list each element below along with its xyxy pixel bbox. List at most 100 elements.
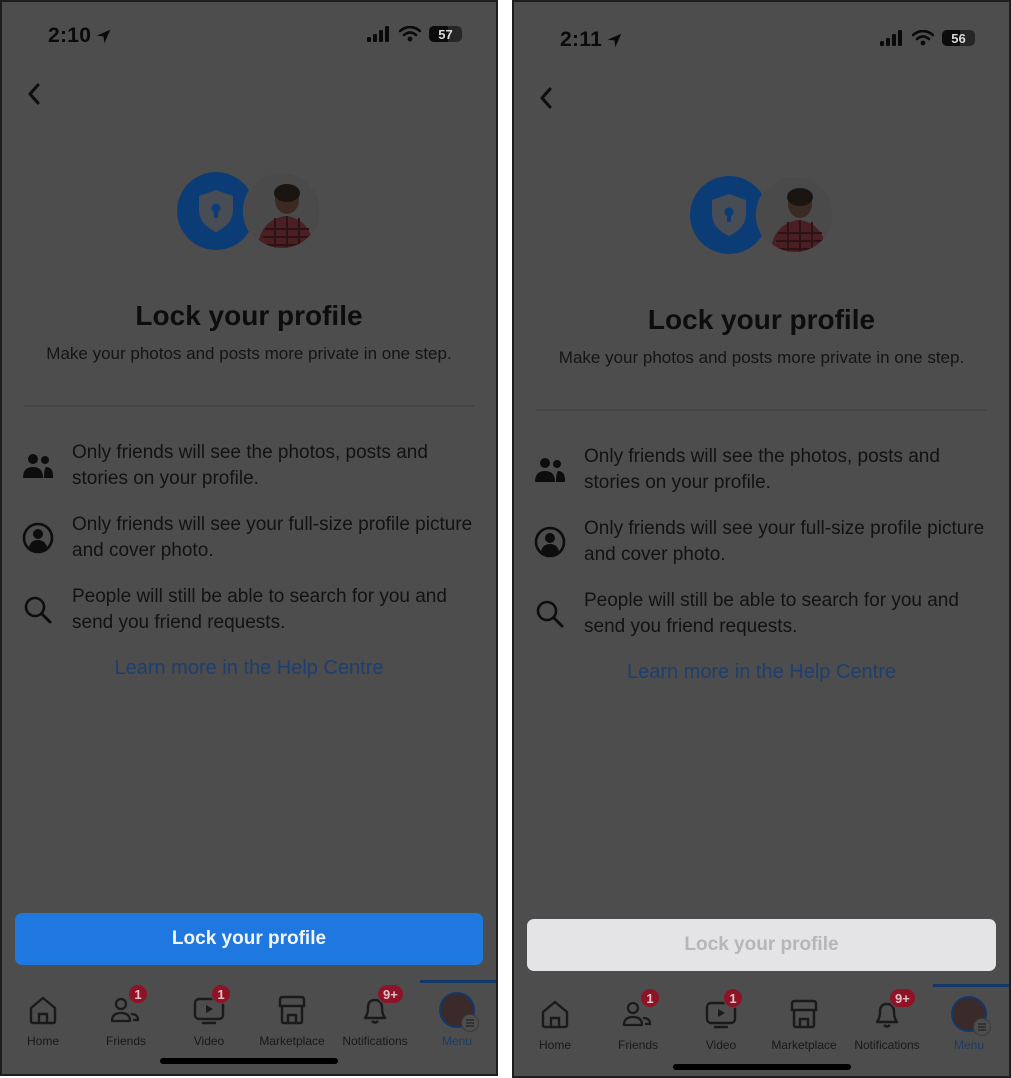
marketplace-icon xyxy=(274,992,310,1028)
status-bar: 2:10 57 xyxy=(2,20,496,50)
cellular-signal-icon xyxy=(880,30,902,46)
tab-notifications[interactable]: 9+ Notifications xyxy=(846,988,928,1052)
friends-icon xyxy=(20,448,56,484)
video-badge: 1 xyxy=(723,988,743,1008)
status-bar: 2:11 56 xyxy=(514,24,1009,54)
battery-icon: 57 xyxy=(429,26,462,42)
screenshot-after: 2:11 56 Lock your profile Make your phot… xyxy=(512,0,1011,1078)
tab-label: Video xyxy=(193,1034,225,1048)
time-text: 2:10 xyxy=(48,24,92,47)
screenshot-before: 2:10 57 Lock your profile Make your phot… xyxy=(0,0,498,1076)
chevron-left-icon xyxy=(28,83,40,105)
tab-menu[interactable]: Menu xyxy=(928,992,1009,1052)
feature-item-profile-picture: Only friends will see your full-size pro… xyxy=(20,512,476,564)
feature-text: Only friends will see your full-size pro… xyxy=(72,514,473,561)
tab-menu[interactable]: Menu xyxy=(416,988,496,1048)
page-subtitle: Make your photos and posts more private … xyxy=(558,348,965,367)
location-arrow-icon xyxy=(607,33,622,47)
hamburger-icon xyxy=(461,1014,479,1032)
home-icon xyxy=(537,996,573,1032)
shield-lock-icon xyxy=(711,194,746,236)
video-icon: 1 xyxy=(191,984,231,1028)
bottom-tab-bar: Home 1 Friends 1 Video Marketplace 9+ No… xyxy=(2,980,496,1050)
home-indicator xyxy=(160,1058,338,1064)
tab-label: Menu xyxy=(441,1034,473,1048)
feature-text: Only friends will see your full-size pro… xyxy=(584,518,985,565)
menu-avatar-icon xyxy=(951,996,991,1036)
tab-video[interactable]: 1 Video xyxy=(168,984,250,1048)
time-text: 2:11 xyxy=(560,28,603,51)
system-icons: 57 xyxy=(367,26,462,42)
menu-avatar xyxy=(439,992,479,1032)
friends-outline-icon: 1 xyxy=(108,984,148,1028)
home-indicator xyxy=(672,1064,851,1070)
tab-label: Home xyxy=(26,1034,59,1048)
profile-avatar xyxy=(755,176,834,254)
person-photo-icon xyxy=(245,174,319,248)
hamburger-icon xyxy=(973,1018,991,1036)
lock-profile-button: Lock your profile xyxy=(527,919,996,971)
divider xyxy=(536,409,987,411)
tab-friends[interactable]: 1 Friends xyxy=(85,984,167,1048)
bottom-tab-bar: Home 1 Friends 1 Video Marketplace 9+ No… xyxy=(514,984,1009,1054)
menu-avatar xyxy=(951,996,991,1036)
tab-label: Notifications xyxy=(854,1038,920,1052)
video-badge: 1 xyxy=(211,984,231,1004)
screen: 2:11 56 Lock your profile Make your phot… xyxy=(514,6,1009,1076)
help-centre-link[interactable]: Learn more in the Help Centre xyxy=(514,661,1009,684)
feature-text: Only friends will see the photos, posts … xyxy=(584,446,940,493)
friends-icon xyxy=(532,452,568,488)
tab-home[interactable]: Home xyxy=(2,988,84,1048)
notifications-badge: 9+ xyxy=(889,988,916,1008)
profile-avatar xyxy=(243,172,321,250)
wifi-icon xyxy=(912,30,934,46)
feature-item-posts: Only friends will see the photos, posts … xyxy=(20,440,476,492)
tab-video[interactable]: 1 Video xyxy=(680,988,762,1052)
bell-icon: 9+ xyxy=(357,984,404,1028)
feature-item-profile-picture: Only friends will see your full-size pro… xyxy=(532,516,989,568)
page-subtitle: Make your photos and posts more private … xyxy=(46,344,452,363)
person-photo-icon xyxy=(757,178,832,252)
back-button[interactable] xyxy=(532,84,560,112)
hero-illustration xyxy=(177,172,321,250)
tab-marketplace[interactable]: Marketplace xyxy=(763,992,845,1052)
tab-label: Marketplace xyxy=(771,1038,837,1052)
tab-label: Friends xyxy=(617,1038,658,1052)
battery-icon: 56 xyxy=(942,30,975,46)
feature-text: People will still be able to search for … xyxy=(72,586,447,633)
cellular-signal-icon xyxy=(367,26,389,42)
notifications-badge: 9+ xyxy=(377,984,404,1004)
tab-notifications[interactable]: 9+ Notifications xyxy=(334,984,416,1048)
friends-outline-icon: 1 xyxy=(620,988,660,1032)
battery-level: 56 xyxy=(951,30,966,46)
tab-label: Marketplace xyxy=(259,1034,325,1048)
tab-friends[interactable]: 1 Friends xyxy=(597,988,679,1052)
tab-marketplace[interactable]: Marketplace xyxy=(251,988,333,1048)
active-tab-indicator xyxy=(420,980,496,983)
marketplace-icon xyxy=(786,996,822,1032)
tab-label: Notifications xyxy=(342,1034,408,1048)
feature-text: People will still be able to search for … xyxy=(584,590,959,637)
hero-illustration xyxy=(689,176,834,254)
tab-home[interactable]: Home xyxy=(514,992,596,1052)
feature-item-search: People will still be able to search for … xyxy=(532,588,989,640)
profile-circle-icon xyxy=(20,520,56,556)
help-centre-link[interactable]: Learn more in the Help Centre xyxy=(2,657,496,680)
page-title: Lock your profile xyxy=(647,304,876,335)
friends-badge: 1 xyxy=(640,988,660,1008)
lock-profile-button[interactable]: Lock your profile xyxy=(15,913,483,965)
tab-label: Friends xyxy=(105,1034,146,1048)
back-button[interactable] xyxy=(20,80,48,108)
menu-avatar-icon xyxy=(439,992,479,1032)
search-icon xyxy=(20,592,56,628)
divider xyxy=(24,405,474,407)
chevron-left-icon xyxy=(540,87,552,109)
screen: 2:10 57 Lock your profile Make your phot… xyxy=(2,2,496,1074)
location-arrow-icon xyxy=(96,29,111,43)
feature-text: Only friends will see the photos, posts … xyxy=(72,442,428,489)
wifi-icon xyxy=(399,26,421,42)
friends-badge: 1 xyxy=(128,984,148,1004)
feature-item-search: People will still be able to search for … xyxy=(20,584,476,636)
tab-label: Home xyxy=(538,1038,571,1052)
battery-level: 57 xyxy=(438,26,453,42)
